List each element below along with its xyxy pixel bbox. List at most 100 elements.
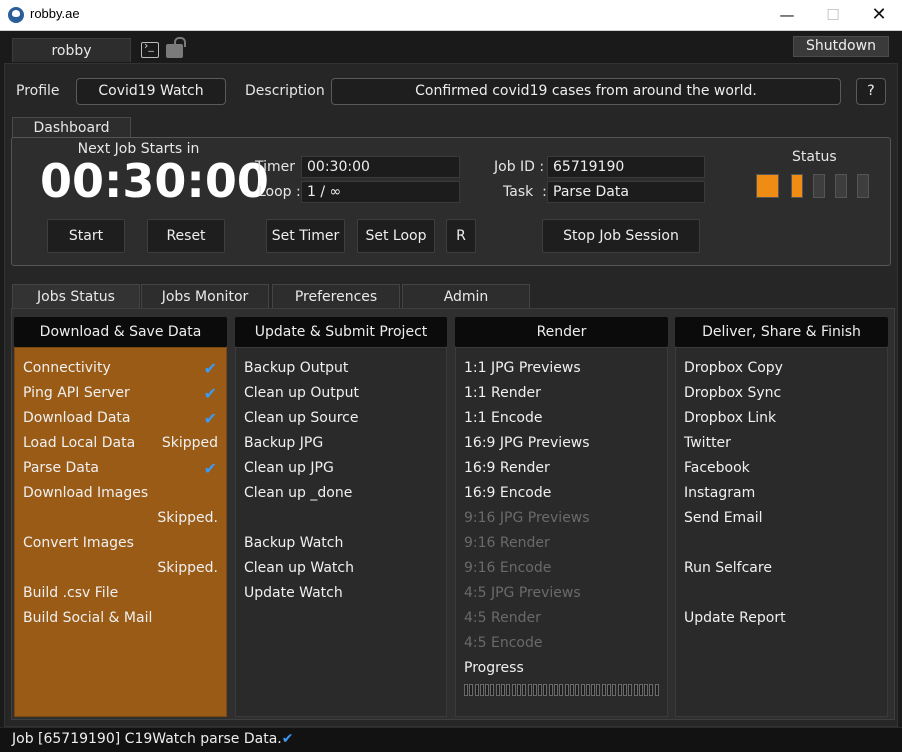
version-tab[interactable]: robby v1.0.2beta: [12, 38, 131, 83]
progress-segment: [654, 684, 659, 696]
progress-segment: [538, 684, 543, 696]
progress-segment: [554, 684, 559, 696]
help-button[interactable]: ?: [856, 78, 886, 105]
timer-label: Timer :: [255, 159, 305, 175]
progress-segment: [585, 684, 590, 696]
list-item: 4:5 Encode: [464, 635, 543, 651]
update-submit-list: Backup Output Clean up Output Clean up Sou…: [235, 347, 447, 717]
tab-jobs-status[interactable]: Jobs Status: [12, 284, 140, 309]
tab-jobs-monitor[interactable]: Jobs Monitor: [141, 284, 269, 309]
loop-field[interactable]: 1 / ∞: [301, 181, 460, 203]
render-list: 1:1 JPG Previews 1:1 Render 1:1 Encode 16:9…: [455, 347, 668, 717]
column-header-deliver-share: Deliver, Share & Finish: [675, 317, 888, 347]
job-id-label: Job ID :: [494, 159, 545, 175]
unlock-icon[interactable]: [166, 37, 186, 58]
terminal-icon[interactable]: [141, 39, 159, 58]
progress-segment: [569, 684, 574, 696]
progress-segment: [522, 684, 527, 696]
progress-segment: [548, 684, 553, 696]
task-field: Parse Data: [547, 181, 705, 203]
tab-preferences[interactable]: Preferences: [272, 284, 400, 309]
progress-segment: [543, 684, 548, 696]
minimize-button[interactable]: —: [764, 0, 810, 30]
list-item: Clean up Source: [244, 410, 359, 426]
description-field[interactable]: Confirmed covid19 cases from around the …: [331, 78, 841, 105]
app-logo-icon: [8, 7, 24, 23]
check-icon: ✔: [203, 384, 217, 403]
status-label: Status: [792, 149, 837, 165]
column-header-download-save: Download & Save Data: [14, 317, 227, 347]
progress-segment: [628, 684, 633, 696]
list-item: Connectivity: [23, 360, 111, 376]
list-item: Twitter: [684, 435, 731, 451]
task-label: Task :: [503, 184, 547, 200]
progress-segment: [559, 684, 564, 696]
list-item: Progress: [464, 660, 524, 676]
progress-segment: [617, 684, 622, 696]
progress-segment: [464, 684, 468, 696]
progress-segment: [580, 684, 585, 696]
progress-segment: [479, 684, 484, 696]
progress-segment: [490, 684, 495, 696]
progress-segment: [644, 684, 649, 696]
status-message: Job [65719190] C19Watch parse Data.✔: [12, 731, 293, 747]
status-led: [835, 174, 847, 198]
list-item: Parse Data: [23, 460, 99, 476]
list-item: 9:16 Render: [464, 535, 550, 551]
progress-segment: [591, 684, 596, 696]
progress-segment: [638, 684, 643, 696]
maximize-button[interactable]: ☐: [810, 0, 856, 30]
start-button[interactable]: Start: [47, 219, 125, 253]
set-timer-button[interactable]: Set Timer: [266, 219, 345, 253]
list-item: Clean up Watch: [244, 560, 354, 576]
list-item: Dropbox Copy: [684, 360, 783, 376]
progress-segment: [622, 684, 627, 696]
timer-field[interactable]: 00:30:00: [301, 156, 460, 178]
list-item: 9:16 JPG Previews: [464, 510, 590, 526]
list-item: 4:5 Render: [464, 610, 541, 626]
progress-segment: [633, 684, 638, 696]
progress-segment: [474, 684, 479, 696]
countdown-display: 00:30:00: [40, 154, 269, 208]
progress-segment: [575, 684, 580, 696]
close-button[interactable]: ✕: [856, 0, 902, 30]
list-item: Download Data: [23, 410, 131, 426]
status-message-text: Job [65719190] C19Watch parse Data.: [12, 731, 282, 747]
reset-button[interactable]: Reset: [147, 219, 225, 253]
description-label: Description: [245, 83, 325, 99]
list-item: Send Email: [684, 510, 763, 526]
column-header-update-submit: Update & Submit Project: [235, 317, 447, 347]
progress-segment: [511, 684, 516, 696]
stop-job-session-button[interactable]: Stop Job Session: [542, 219, 700, 253]
loop-label: Loop :: [258, 184, 301, 200]
r-button[interactable]: R: [446, 219, 476, 253]
list-item: Download Images: [23, 485, 149, 501]
list-item: 16:9 Render: [464, 460, 550, 476]
list-item: 1:1 Render: [464, 385, 541, 401]
progress-segment: [532, 684, 537, 696]
download-save-list: Connectivity ✔ Ping API Server ✔ Download Da…: [14, 347, 227, 717]
list-item: Backup Output: [244, 360, 349, 376]
check-icon: ✔: [203, 459, 217, 478]
progress-segment: [469, 684, 474, 696]
window-title: robby.ae: [30, 6, 80, 21]
progress-segment: [495, 684, 500, 696]
status-led: [813, 174, 825, 198]
deliver-share-list: Dropbox Copy Dropbox Sync Dropbox Link Twit…: [675, 347, 888, 717]
list-item: Dropbox Link: [684, 410, 777, 426]
list-item: Clean up JPG: [244, 460, 334, 476]
list-item: 1:1 Encode: [464, 410, 543, 426]
job-id-field: 65719190: [547, 156, 705, 178]
profile-selector[interactable]: Covid19 Watch: [76, 78, 226, 105]
progress-segment: [607, 684, 612, 696]
check-icon: ✔: [203, 359, 217, 378]
tab-admin[interactable]: Admin: [402, 284, 530, 309]
set-loop-button[interactable]: Set Loop: [357, 219, 435, 253]
progress-segment: [596, 684, 601, 696]
shutdown-button[interactable]: Shutdown: [793, 36, 889, 57]
tab-dashboard[interactable]: Dashboard: [12, 117, 131, 138]
list-item: 16:9 JPG Previews: [464, 435, 590, 451]
progress-segment: [564, 684, 569, 696]
status-led: [857, 174, 869, 198]
list-item: Clean up Output: [244, 385, 360, 401]
